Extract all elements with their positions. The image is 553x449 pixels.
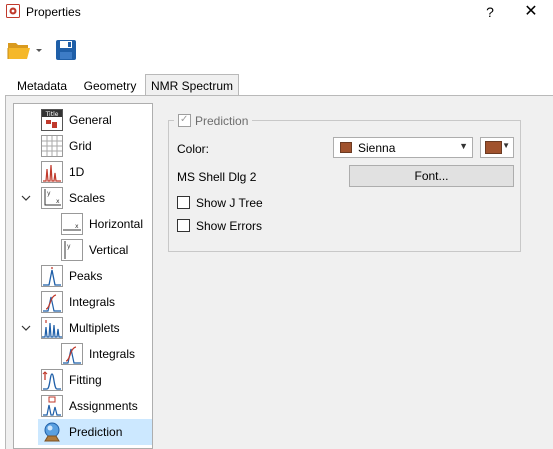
vertical-scale-icon: y (61, 239, 83, 261)
tree-item-fitting[interactable]: Fitting (41, 367, 151, 393)
tree-item-1d[interactable]: 1D (41, 159, 151, 185)
tree-item-assignments[interactable]: Assignments (41, 393, 151, 419)
svg-text:y: y (47, 190, 51, 197)
integrals-icon (61, 343, 83, 365)
show-errors-checkbox[interactable] (177, 219, 190, 232)
color-swatch (340, 142, 352, 153)
tree-item-label: Vertical (89, 243, 129, 257)
tree-item-peaks[interactable]: Peaks (41, 263, 151, 289)
scales-icon: y x (41, 187, 63, 209)
tree-item-integrals[interactable]: Integrals (41, 289, 151, 315)
tree-item-label: Multiplets (69, 321, 120, 335)
tree-item-scales[interactable]: y x Scales (41, 185, 151, 211)
color-picker-button[interactable]: ▼ (480, 137, 514, 158)
tree-item-label: Prediction (69, 425, 123, 439)
save-button[interactable] (55, 39, 77, 61)
prediction-group-label: Prediction (195, 114, 249, 128)
fitting-icon (41, 369, 63, 391)
show-j-tree-checkbox[interactable] (177, 196, 190, 209)
title-bar: Properties ? ✕ (0, 0, 553, 26)
tab-metadata[interactable]: Metadata (8, 77, 76, 95)
prediction-group-title[interactable]: Prediction (174, 112, 253, 129)
color-select[interactable]: Sienna ▼ (333, 137, 473, 158)
chevron-down-icon[interactable] (20, 322, 32, 334)
show-j-tree-label: Show J Tree (196, 196, 263, 210)
horizontal-scale-icon: x (61, 213, 83, 235)
svg-text:Title: Title (45, 111, 59, 118)
tree-item-horizontal[interactable]: x Horizontal (61, 211, 152, 237)
font-button[interactable]: Font... (349, 165, 514, 187)
tree-item-label: General (69, 113, 112, 127)
save-icon (56, 40, 76, 60)
tree-item-label: 1D (69, 165, 85, 179)
chevron-down-icon[interactable] (20, 192, 32, 204)
color-select-value: Sienna (358, 141, 396, 155)
prediction-icon (44, 422, 60, 442)
window-title: Properties (26, 5, 81, 19)
tree-item-label: Integrals (89, 347, 136, 361)
multiplets-icon (41, 317, 63, 339)
title-general-icon: Title (41, 109, 63, 131)
tree-item-grid[interactable]: Grid (41, 133, 151, 159)
tree-item-label: Assignments (69, 399, 138, 413)
spectrum-1d-icon (41, 161, 63, 183)
show-errors-option[interactable]: Show Errors (177, 218, 262, 234)
tree-item-label: Horizontal (89, 217, 144, 231)
tab-bar: Metadata Geometry NMR Spectrum (0, 74, 553, 96)
assignments-icon (41, 395, 63, 417)
tree-item-general[interactable]: Title General (41, 107, 151, 133)
tree-item-label: Fitting (69, 373, 102, 387)
svg-text:y: y (67, 243, 71, 250)
svg-text:x: x (56, 198, 60, 205)
tree-item-label: Scales (69, 191, 106, 205)
dropdown-arrow-icon: ▼ (502, 141, 510, 150)
tree-item-multiplets[interactable]: Multiplets (41, 315, 151, 341)
color-label: Color: (177, 142, 210, 156)
app-icon (6, 4, 20, 18)
tree-item-vertical[interactable]: y Vertical (61, 237, 152, 263)
show-j-tree-option[interactable]: Show J Tree (177, 195, 263, 211)
toolbar (0, 26, 553, 70)
tree-item-prediction[interactable]: Prediction (38, 419, 152, 445)
dropdown-arrow-icon: ▼ (459, 141, 468, 151)
tree-item-multiplet-integrals[interactable]: Integrals (61, 341, 152, 367)
prediction-enable-checkbox[interactable] (178, 112, 191, 128)
svg-text:x: x (75, 223, 79, 230)
settings-tree[interactable]: Title General Grid 1D y x Scales x Horiz… (13, 103, 153, 449)
tree-item-label: Integrals (69, 295, 116, 309)
color-swatch (485, 141, 502, 154)
tab-nmr-spectrum[interactable]: NMR Spectrum (145, 74, 239, 96)
font-name-label: MS Shell Dlg 2 (177, 170, 257, 184)
tree-item-label: Grid (69, 139, 92, 153)
help-button[interactable]: ? (478, 1, 502, 23)
tree-item-label: Peaks (69, 269, 103, 283)
peaks-icon (41, 265, 63, 287)
close-button[interactable]: ✕ (519, 1, 543, 23)
tab-geometry[interactable]: Geometry (80, 77, 140, 95)
folder-open-icon (7, 43, 42, 59)
integrals-icon (41, 291, 63, 313)
show-errors-label: Show Errors (196, 219, 263, 233)
open-button[interactable] (7, 40, 43, 60)
grid-icon (41, 135, 63, 157)
